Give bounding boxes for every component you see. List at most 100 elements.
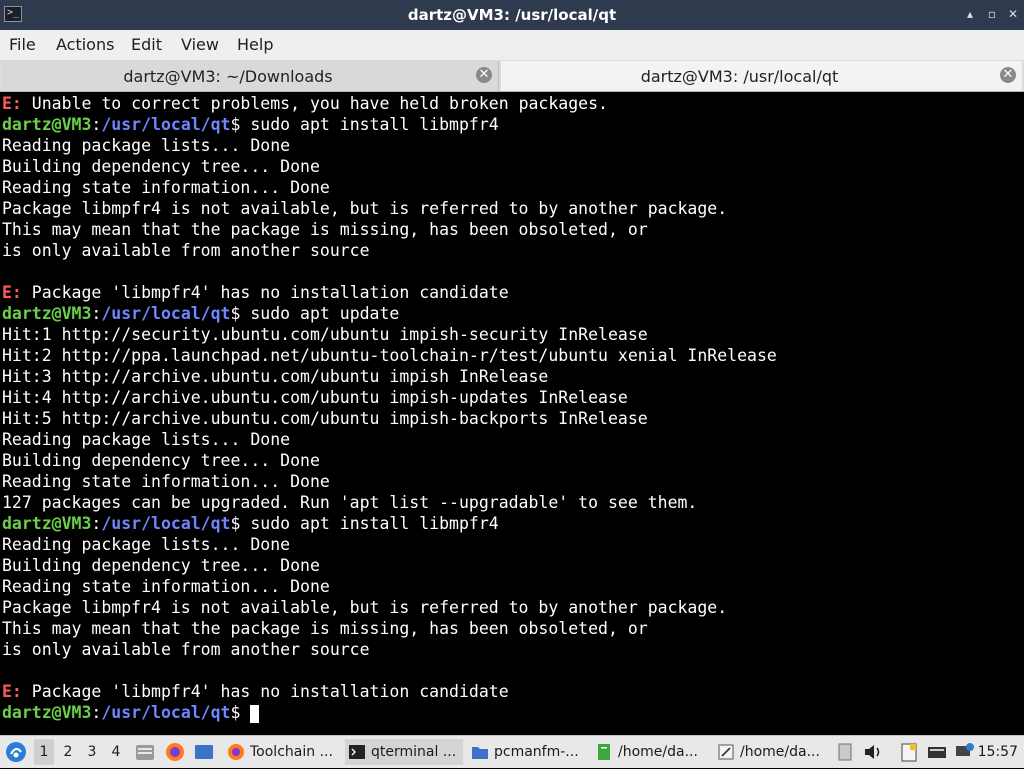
line-text: Hit:1 http://security.ubuntu.com/ubuntu … — [2, 325, 648, 344]
show-desktop-icon[interactable] — [193, 741, 215, 767]
clipboard-tray-icon[interactable] — [834, 741, 856, 767]
firefox-icon — [227, 743, 245, 761]
window-titlebar[interactable]: >_ dartz@VM3: /usr/local/qt ▴ ▫ ✕ — [0, 0, 1024, 30]
terminal-line: Reading state information... Done — [0, 177, 1024, 198]
task-label: pcmanfm-... — [494, 744, 579, 760]
minimize-button[interactable]: ▴ — [964, 8, 976, 20]
task-label: /home/da... — [618, 744, 698, 760]
taskbar-home-window-1[interactable]: /home/da... — [592, 739, 710, 765]
tab-downloads[interactable]: dartz@VM3: ~/Downloads ✕ — [2, 61, 499, 91]
line-text: This may mean that the package is missin… — [2, 619, 648, 638]
line-text: Hit:2 http://ppa.launchpad.net/ubuntu-to… — [2, 346, 777, 365]
prompt-path: /usr/local/qt — [101, 703, 231, 722]
line-text: sudo apt install libmpfr4 — [240, 115, 499, 134]
line-text: Reading state information... Done — [2, 472, 330, 491]
volume-icon[interactable] — [862, 741, 884, 767]
menu-help[interactable]: Help — [237, 35, 273, 54]
window-title: dartz@VM3: /usr/local/qt — [407, 6, 617, 24]
line-text: Unable to correct problems, you have hel… — [21, 94, 608, 113]
line-text: Reading package lists... Done — [2, 136, 291, 155]
terminal-line: E: Package 'libmpfr4' has no installatio… — [0, 681, 1024, 702]
line-text: Package libmpfr4 is not available, but i… — [2, 598, 728, 617]
terminal-line: E: Unable to correct problems, you have … — [0, 93, 1024, 114]
taskbar-firefox-window[interactable]: Toolchain ... — [224, 739, 340, 765]
tab-close-icon[interactable]: ✕ — [476, 67, 492, 83]
task-label: Toolchain ... — [250, 744, 333, 760]
taskbar-home-window-2[interactable]: /home/da... — [714, 739, 826, 765]
task-label: /home/da... — [740, 744, 820, 760]
line-text: is only available from another source — [2, 640, 370, 659]
menu-edit[interactable]: Edit — [131, 35, 162, 54]
workspace-1-button[interactable]: 1 — [34, 739, 54, 765]
terminal-line: Hit:5 http://archive.ubuntu.com/ubuntu i… — [0, 408, 1024, 429]
terminal-line: E: Package 'libmpfr4' has no installatio… — [0, 282, 1024, 303]
terminal-line: Reading package lists... Done — [0, 534, 1024, 555]
notes-tray-icon[interactable] — [898, 741, 920, 767]
keyboard-tray-icon[interactable] — [926, 741, 948, 767]
menu-file[interactable]: File — [9, 35, 36, 54]
line-text: Reading state information... Done — [2, 178, 330, 197]
terminal-line: is only available from another source — [0, 240, 1024, 261]
lubuntu-start-icon[interactable] — [4, 739, 28, 765]
terminal-line: Reading package lists... Done — [0, 135, 1024, 156]
menu-view[interactable]: View — [181, 35, 219, 54]
prompt-suffix: $ — [230, 514, 241, 533]
line-text: Reading package lists... Done — [2, 535, 291, 554]
line-text: This may mean that the package is missin… — [2, 220, 648, 239]
terminal-line: Reading package lists... Done — [0, 429, 1024, 450]
tab-bar: dartz@VM3: ~/Downloads ✕ dartz@VM3: /usr… — [0, 60, 1024, 92]
terminal-line: Hit:3 http://archive.ubuntu.com/ubuntu i… — [0, 366, 1024, 387]
terminal-line: Hit:2 http://ppa.launchpad.net/ubuntu-to… — [0, 345, 1024, 366]
terminal-line: is only available from another source — [0, 639, 1024, 660]
prompt-path: /usr/local/qt — [101, 115, 231, 134]
terminal-line: Building dependency tree... Done — [0, 450, 1024, 471]
terminal-line: dartz@VM3:/usr/local/qt$ sudo apt instal… — [0, 513, 1024, 534]
terminal-cursor — [250, 704, 260, 723]
prompt-user: dartz@VM3 — [2, 115, 92, 134]
clock[interactable]: 15:57 — [978, 739, 1018, 765]
line-text: Building dependency tree... Done — [2, 451, 320, 470]
line-text: Reading state information... Done — [2, 577, 330, 596]
terminal-line: This may mean that the package is missin… — [0, 618, 1024, 639]
line-text — [240, 703, 250, 722]
network-tray-icon[interactable] — [953, 741, 975, 767]
prompt-separator: : — [91, 115, 102, 134]
line-text: is only available from another source — [2, 241, 370, 260]
error-prefix: E: — [2, 94, 22, 113]
workspace-2-button[interactable]: 2 — [58, 739, 78, 765]
prompt-separator: : — [91, 514, 102, 533]
menu-bar: File Actions Edit View Help — [0, 30, 1024, 60]
error-prefix: E: — [2, 682, 22, 701]
terminal-line: Building dependency tree... Done — [0, 156, 1024, 177]
maximize-button[interactable]: ▫ — [986, 8, 998, 20]
taskbar-pcmanfm-window[interactable]: pcmanfm-... — [468, 739, 586, 765]
tab-usr-local-qt[interactable]: dartz@VM3: /usr/local/qt ✕ — [501, 61, 1022, 91]
terminal-output[interactable]: E: Unable to correct problems, you have … — [0, 93, 1024, 733]
workspace-4-button[interactable]: 4 — [106, 739, 126, 765]
taskbar-qterminal-window[interactable]: qterminal ... — [345, 739, 463, 765]
prompt-suffix: $ — [230, 115, 241, 134]
workspace-3-button[interactable]: 3 — [82, 739, 102, 765]
terminal-icon — [348, 743, 366, 761]
tab-label: dartz@VM3: /usr/local/qt — [640, 67, 839, 86]
menu-actions[interactable]: Actions — [56, 35, 114, 54]
file-manager-launcher-icon[interactable] — [134, 741, 156, 767]
terminal-line: dartz@VM3:/usr/local/qt$ sudo apt instal… — [0, 114, 1024, 135]
firefox-launcher-icon[interactable] — [164, 741, 186, 767]
terminal-line: Hit:1 http://security.ubuntu.com/ubuntu … — [0, 324, 1024, 345]
tab-close-icon[interactable]: ✕ — [1000, 67, 1016, 83]
editor-icon — [717, 743, 735, 761]
terminal-line: Reading state information... Done — [0, 471, 1024, 492]
terminal-line: This may mean that the package is missin… — [0, 219, 1024, 240]
terminal-line: Package libmpfr4 is not available, but i… — [0, 198, 1024, 219]
prompt-suffix: $ — [230, 304, 241, 323]
line-text: Hit:3 http://archive.ubuntu.com/ubuntu i… — [2, 367, 549, 386]
terminal-line: Hit:4 http://archive.ubuntu.com/ubuntu i… — [0, 387, 1024, 408]
line-text: Package 'libmpfr4' has no installation c… — [21, 682, 509, 701]
prompt-separator: : — [91, 703, 102, 722]
line-text: Hit:4 http://archive.ubuntu.com/ubuntu i… — [2, 388, 628, 407]
line-text: Hit:5 http://archive.ubuntu.com/ubuntu i… — [2, 409, 648, 428]
close-window-button[interactable]: ✕ — [1007, 8, 1019, 20]
